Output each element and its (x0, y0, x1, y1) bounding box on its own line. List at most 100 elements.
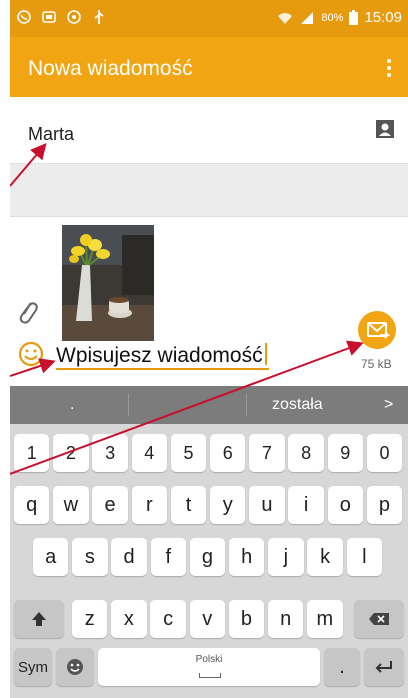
key-label: h (241, 545, 253, 568)
key-k[interactable]: k (307, 538, 343, 576)
space-bar-mark (199, 673, 221, 678)
key-label: i (303, 493, 309, 516)
flower-photo-image (62, 225, 154, 341)
key-label: y (222, 493, 233, 516)
divider-band (10, 164, 408, 216)
suggestion-divider (128, 394, 129, 416)
space-language-label: Polski (195, 654, 223, 665)
whatsapp-icon (17, 10, 31, 24)
key-3[interactable]: 3 (92, 434, 128, 472)
key-x[interactable]: x (111, 600, 147, 638)
key-i[interactable]: i (288, 486, 324, 524)
key-d[interactable]: d (111, 538, 147, 576)
key-u[interactable]: u (249, 486, 285, 524)
shift-icon (32, 612, 46, 626)
key-label: g (201, 545, 214, 568)
key-6[interactable]: 6 (210, 434, 246, 472)
key-w[interactable]: w (53, 486, 89, 524)
emoji-icon[interactable] (18, 341, 44, 367)
key-label: s (84, 545, 95, 568)
key-l[interactable]: l (346, 538, 382, 576)
compose-area: Wpisujesz wiadomość 75 kB (10, 216, 408, 387)
key-label: c (163, 607, 174, 630)
key-label: 9 (340, 442, 351, 463)
space-key[interactable]: Polski (98, 648, 320, 686)
key-label: 6 (222, 442, 233, 463)
key-n[interactable]: n (268, 600, 304, 638)
key-o[interactable]: o (327, 486, 363, 524)
overflow-menu-icon[interactable] (384, 57, 394, 79)
period-key[interactable]: . (324, 648, 360, 686)
key-label: j (283, 545, 289, 568)
gallery-icon (42, 11, 56, 23)
key-label: 2 (65, 442, 76, 463)
key-j[interactable]: j (268, 538, 304, 576)
emoji-key[interactable] (56, 648, 94, 686)
period-label: . (339, 655, 345, 678)
key-0[interactable]: 0 (366, 434, 403, 472)
backspace-key[interactable] (354, 600, 404, 638)
key-label: m (316, 607, 334, 630)
key-g[interactable]: g (189, 538, 226, 576)
paperclip-icon[interactable] (16, 299, 38, 325)
suggestion-2[interactable]: . (186, 396, 190, 414)
key-label: 3 (105, 442, 116, 463)
key-label: f (165, 545, 172, 568)
key-1[interactable]: 1 (14, 434, 50, 472)
page-title: Nowa wiadomość (28, 57, 193, 80)
key-4[interactable]: 4 (131, 434, 167, 472)
key-label: 8 (301, 442, 312, 463)
suggestion-bar: . . została > (10, 386, 408, 424)
text-cursor (264, 343, 267, 365)
key-r[interactable]: r (131, 486, 167, 524)
key-9[interactable]: 9 (327, 434, 363, 472)
contact-picker-icon[interactable] (376, 120, 394, 138)
recipient-field[interactable]: Marta (10, 97, 408, 164)
key-7[interactable]: 7 (249, 434, 285, 472)
key-f[interactable]: f (150, 538, 186, 576)
key-label: p (378, 493, 391, 516)
sym-key[interactable]: Sym (14, 648, 52, 686)
app-bar: Nowa wiadomość (10, 37, 408, 97)
key-q[interactable]: q (14, 486, 50, 524)
key-h[interactable]: h (229, 538, 265, 576)
suggestion-3[interactable]: została (272, 396, 323, 414)
key-label: 4 (144, 442, 155, 463)
key-label: l (362, 545, 367, 568)
key-2[interactable]: 2 (53, 434, 89, 472)
key-v[interactable]: v (189, 600, 225, 638)
key-e[interactable]: e (92, 486, 128, 524)
key-t[interactable]: t (170, 486, 207, 524)
key-b[interactable]: b (228, 600, 265, 638)
key-z[interactable]: z (72, 600, 108, 638)
key-label: r (145, 493, 153, 516)
message-text: Wpisujesz wiadomość (56, 344, 263, 367)
suggestion-expand[interactable]: > (384, 396, 393, 414)
enter-icon (375, 661, 392, 673)
send-button[interactable] (358, 311, 396, 349)
key-label: z (84, 607, 95, 630)
message-input[interactable]: Wpisujesz wiadomość (56, 343, 269, 370)
battery-icon (349, 10, 359, 25)
recipient-name[interactable]: Marta (28, 124, 74, 145)
attached-photo[interactable] (62, 225, 154, 341)
key-m[interactable]: m (307, 600, 343, 638)
key-8[interactable]: 8 (288, 434, 324, 472)
suggestion-divider (246, 394, 247, 416)
backspace-icon (369, 613, 389, 625)
key-a[interactable]: a (33, 538, 69, 576)
enter-key[interactable] (364, 648, 404, 686)
key-y[interactable]: y (210, 486, 246, 524)
shift-key[interactable] (14, 600, 64, 638)
key-label: o (339, 493, 351, 516)
sym-label: Sym (18, 658, 48, 676)
send-mms-icon (367, 322, 391, 339)
key-c[interactable]: c (150, 600, 186, 638)
key-p[interactable]: p (366, 486, 403, 524)
key-s[interactable]: s (72, 538, 108, 576)
key-label: n (280, 607, 292, 630)
smiley-icon (67, 659, 83, 675)
suggestion-1[interactable]: . (70, 396, 74, 414)
key-label: b (240, 607, 253, 630)
key-5[interactable]: 5 (170, 434, 207, 472)
